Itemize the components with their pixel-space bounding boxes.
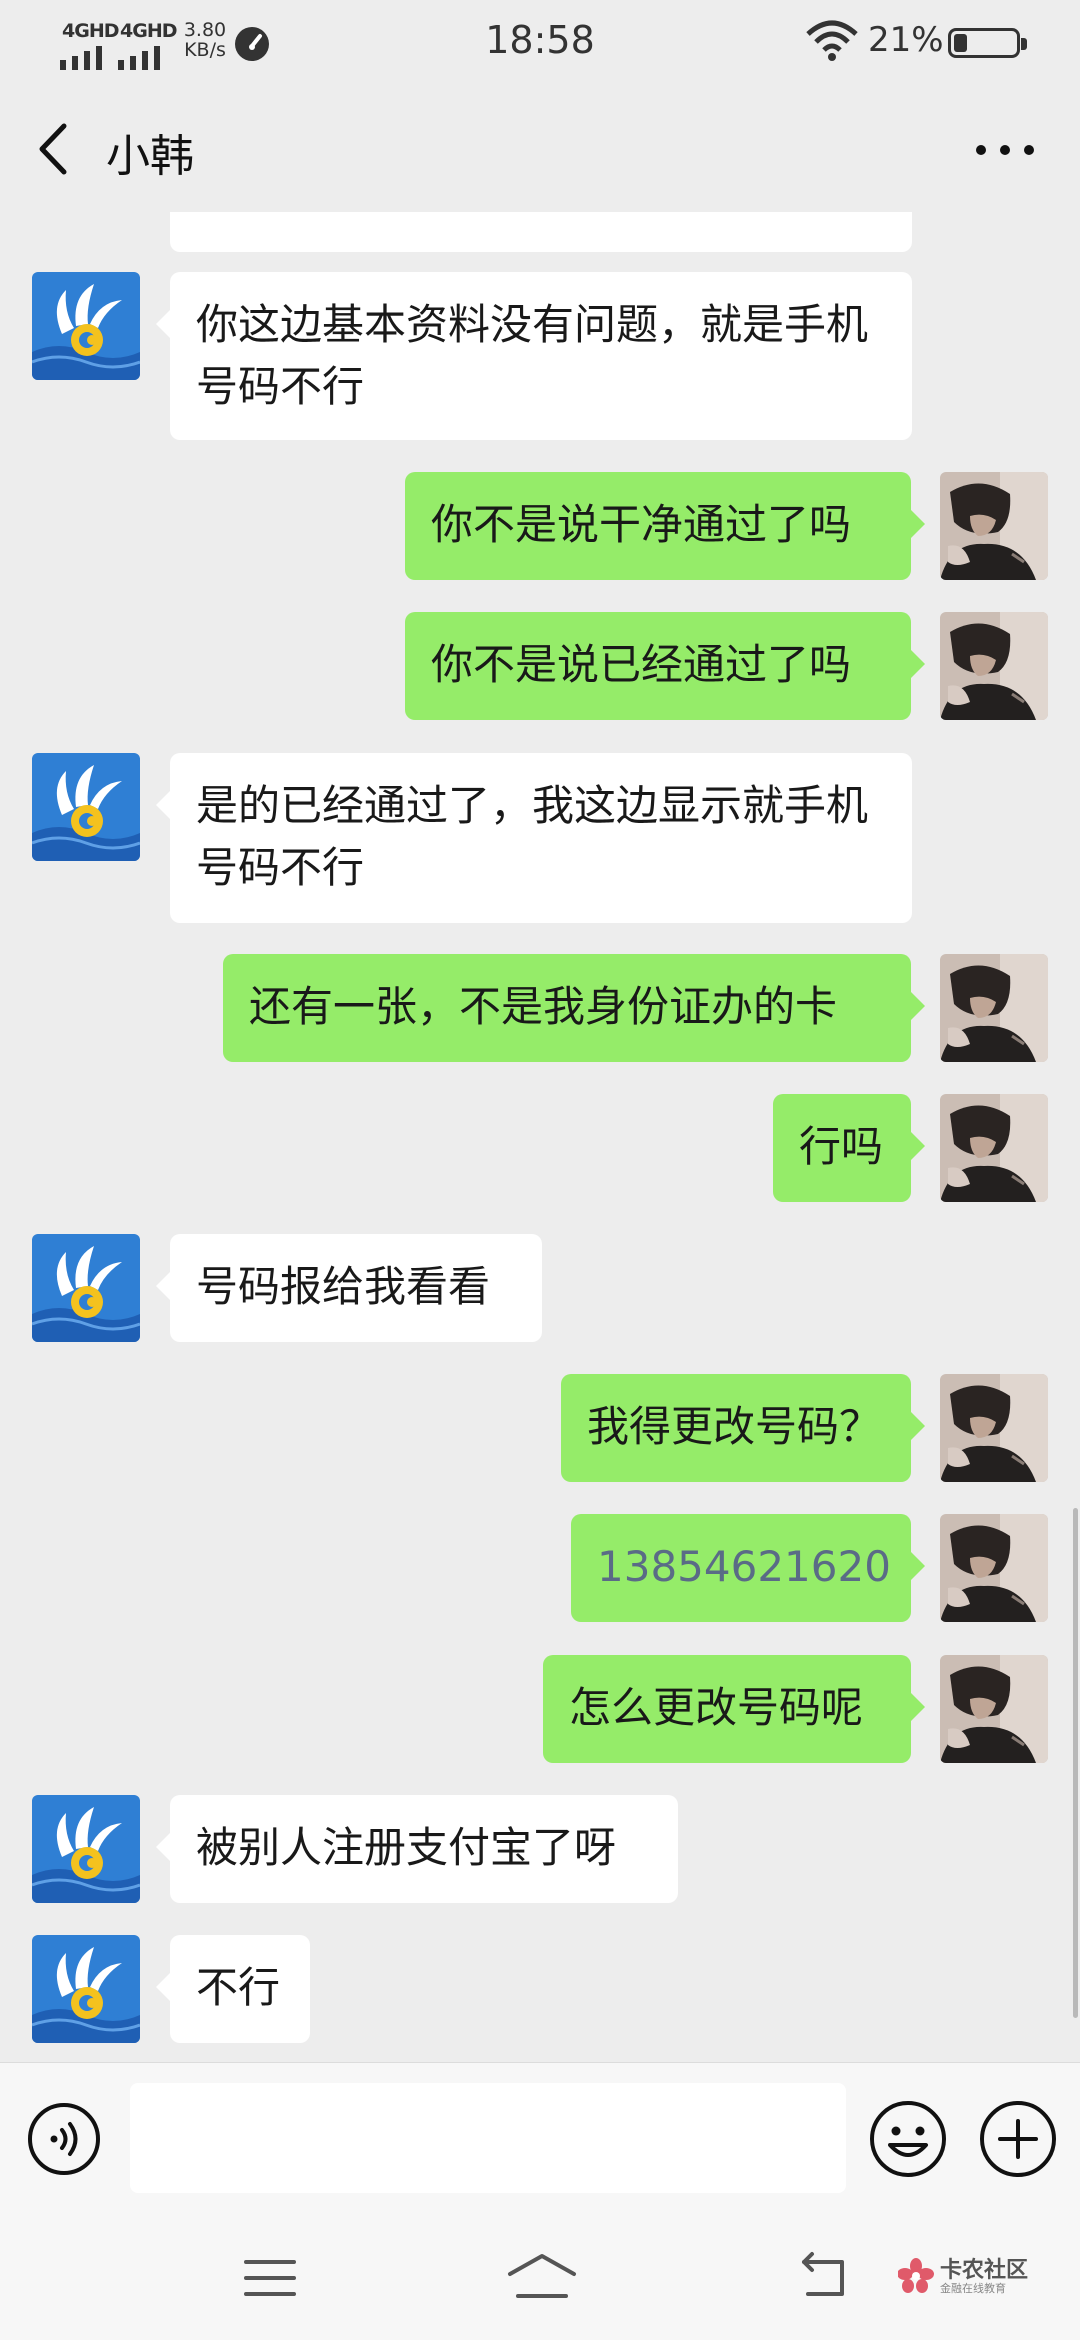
- my-avatar[interactable]: [940, 954, 1048, 1062]
- my-avatar[interactable]: [940, 1655, 1048, 1763]
- message-text: 怎么更改号码呢: [569, 1683, 864, 1732]
- message-text: 号码报给我看看: [196, 1262, 491, 1311]
- message-list[interactable]: 你这边基本资料没有问题，就是手机号码不行 你不是说干净通过了吗 你不是说已经通过…: [0, 212, 1080, 2062]
- contact-name: 小韩: [106, 131, 194, 182]
- battery-percent: 21%: [868, 20, 944, 60]
- my-avatar[interactable]: [940, 472, 1048, 580]
- message-input[interactable]: [130, 2083, 846, 2193]
- message-bubble[interactable]: 还有一张，不是我身份证办的卡: [223, 954, 925, 1062]
- contact-avatar[interactable]: [32, 1234, 140, 1342]
- my-avatar-photo: [940, 954, 1048, 1062]
- message-bubble[interactable]: 不行: [156, 1935, 310, 2043]
- message-bubble[interactable]: 你不是说已经通过了吗: [405, 612, 925, 720]
- message-bubble[interactable]: 我得更改号码？: [561, 1374, 925, 1482]
- my-avatar-photo: [940, 612, 1048, 720]
- my-avatar-photo: [940, 1374, 1048, 1482]
- message-text: 是的已经通过了，我这边显示就手机号码不行: [196, 781, 869, 892]
- input-bar: [0, 2062, 1080, 2217]
- contact-avatar-logo: [32, 1935, 140, 2043]
- my-avatar[interactable]: [940, 1514, 1048, 1622]
- status-bar: 4GHD 4GHD 3.80 KB/s 18:58 21%: [0, 0, 1080, 86]
- contact-avatar-logo: [32, 272, 140, 380]
- message-text: 被别人注册支付宝了呀: [196, 1823, 617, 1872]
- contact-avatar-logo: [32, 753, 140, 861]
- plus-icon[interactable]: [978, 2099, 1058, 2179]
- message-bubble-partial: [170, 212, 912, 252]
- home-icon[interactable]: [504, 2250, 580, 2302]
- my-avatar-photo: [940, 1655, 1048, 1763]
- system-nav-bar: 卡农社区 金融在线教育: [0, 2216, 1080, 2340]
- emoji-icon[interactable]: [868, 2099, 948, 2179]
- more-dots-icon[interactable]: [972, 130, 1038, 170]
- message-text: 我得更改号码？: [587, 1402, 882, 1451]
- contact-avatar[interactable]: [32, 272, 140, 380]
- battery-nub: [1021, 38, 1027, 50]
- message-bubble[interactable]: 你这边基本资料没有问题，就是手机号码不行: [156, 272, 912, 440]
- scrollbar[interactable]: [1073, 1508, 1078, 2018]
- my-avatar[interactable]: [940, 612, 1048, 720]
- message-bubble[interactable]: 号码报给我看看: [156, 1234, 542, 1342]
- my-avatar[interactable]: [940, 1094, 1048, 1202]
- chat-header: 小韩: [0, 86, 1080, 212]
- message-text: 还有一张，不是我身份证办的卡: [249, 982, 838, 1031]
- message-bubble[interactable]: 被别人注册支付宝了呀: [156, 1795, 678, 1903]
- my-avatar-photo: [940, 1514, 1048, 1622]
- watermark-logo: 卡农社区 金融在线教育: [898, 2252, 1068, 2308]
- battery-fill: [954, 34, 967, 52]
- message-text: 你这边基本资料没有问题，就是手机号码不行: [196, 300, 869, 411]
- back-icon[interactable]: [796, 2250, 852, 2302]
- message-text: 你不是说已经通过了吗: [431, 640, 852, 689]
- wifi-icon: [806, 20, 858, 61]
- back-arrow-icon[interactable]: [30, 118, 80, 180]
- contact-avatar[interactable]: [32, 753, 140, 861]
- contact-avatar[interactable]: [32, 1935, 140, 2043]
- message-bubble[interactable]: 行吗: [773, 1094, 925, 1202]
- message-bubble[interactable]: 你不是说干净通过了吗: [405, 472, 925, 580]
- my-avatar-photo: [940, 472, 1048, 580]
- watermark-tagline: 金融在线教育: [940, 2282, 1006, 2295]
- my-avatar-photo: [940, 1094, 1048, 1202]
- message-text: 行吗: [799, 1122, 884, 1171]
- message-bubble[interactable]: 13854621620: [571, 1514, 925, 1622]
- my-avatar[interactable]: [940, 1374, 1048, 1482]
- message-text: 13854621620: [597, 1542, 891, 1591]
- flower-logo-icon: [898, 2258, 934, 2293]
- contact-avatar-logo: [32, 1795, 140, 1903]
- contact-avatar[interactable]: [32, 1795, 140, 1903]
- battery-icon: [948, 28, 1027, 58]
- menu-icon[interactable]: [242, 2256, 298, 2300]
- message-text: 不行: [196, 1963, 281, 2012]
- voice-icon[interactable]: [26, 2101, 102, 2177]
- message-bubble[interactable]: 是的已经通过了，我这边显示就手机号码不行: [156, 753, 912, 923]
- contact-avatar-logo: [32, 1234, 140, 1342]
- message-text: 你不是说干净通过了吗: [431, 500, 852, 549]
- message-bubble[interactable]: 怎么更改号码呢: [543, 1655, 925, 1763]
